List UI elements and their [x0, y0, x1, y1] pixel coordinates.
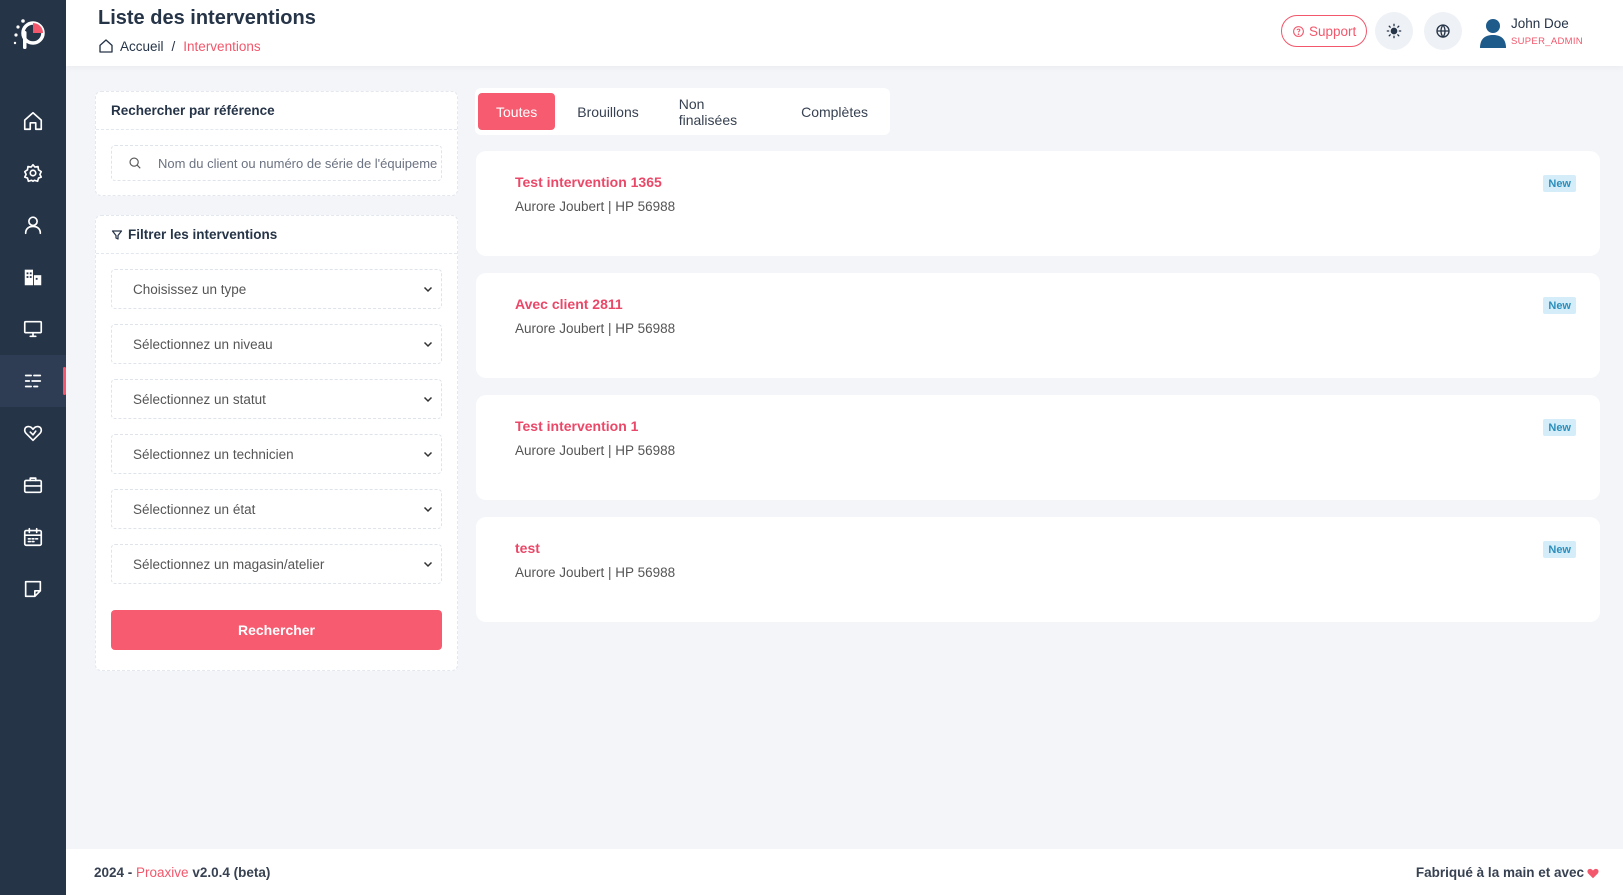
briefcase-icon — [23, 477, 43, 494]
filter-panel-title: Filtrer les interventions — [96, 216, 457, 254]
store-select-wrap: Sélectionnez un magasin/atelier — [96, 544, 459, 584]
sidebar-item-contracts[interactable] — [0, 407, 66, 459]
sidebar-item-home[interactable] — [0, 95, 66, 147]
intervention-subtitle: Aurore Joubert | HP 56988 — [515, 443, 676, 458]
level-select[interactable]: Sélectionnez un niveau — [111, 324, 442, 364]
sidebar-item-equipment[interactable] — [0, 303, 66, 355]
status-badge: New — [1543, 297, 1576, 314]
monitor-icon — [23, 320, 43, 338]
filter-icon — [111, 229, 123, 240]
tab-unfinished[interactable]: Non finalisées — [661, 93, 779, 130]
intervention-card[interactable]: Avec client 2811 Aurore Joubert | HP 569… — [476, 273, 1600, 378]
technician-select-wrap: Sélectionnez un technicien — [96, 434, 459, 474]
tab-drafts[interactable]: Brouillons — [559, 93, 656, 130]
status-badge: New — [1543, 419, 1576, 436]
buildings-icon — [24, 269, 42, 286]
footer-year: 2024 - — [94, 865, 137, 880]
heart-handshake-icon — [23, 425, 43, 442]
search-panel-title: Rechercher par référence — [96, 92, 457, 130]
intervention-card[interactable]: Test intervention 1365 Aurore Joubert | … — [476, 151, 1600, 256]
search-panel-title-text: Rechercher par référence — [111, 103, 275, 118]
note-icon — [24, 580, 42, 598]
type-select[interactable]: Choisissez un type — [111, 269, 442, 309]
status-badge: New — [1543, 541, 1576, 558]
support-button[interactable]: Support — [1281, 15, 1368, 47]
intervention-subtitle: Aurore Joubert | HP 56988 — [515, 321, 676, 336]
intervention-title[interactable]: test — [515, 540, 540, 556]
page-title: Liste des interventions — [98, 7, 316, 29]
filter-panel-title-text: Filtrer les interventions — [128, 227, 278, 242]
sidebar-item-notes[interactable] — [0, 563, 66, 615]
footer-brand-link[interactable]: Proaxive — [136, 865, 189, 880]
intervention-subtitle: Aurore Joubert | HP 56988 — [515, 565, 676, 580]
filter-panel: Filtrer les interventions Choisissez un … — [95, 215, 458, 671]
language-button[interactable] — [1424, 12, 1462, 50]
search-icon — [129, 157, 141, 169]
intervention-card[interactable]: Test intervention 1 Aurore Joubert | HP … — [476, 395, 1600, 500]
intervention-title[interactable]: Avec client 2811 — [515, 296, 623, 312]
tab-completed[interactable]: Complètes — [783, 93, 886, 130]
search-panel: Rechercher par référence — [95, 91, 458, 196]
intervention-tabs: Toutes Brouillons Non finalisées Complèt… — [475, 88, 890, 135]
sidebar-item-calendar[interactable] — [0, 511, 66, 563]
home-icon[interactable] — [98, 38, 114, 54]
sidebar-item-interventions[interactable] — [0, 355, 66, 407]
level-select-wrap: Sélectionnez un niveau — [96, 324, 459, 364]
help-circle-icon — [1293, 25, 1304, 37]
sidebar-item-settings[interactable] — [0, 147, 66, 199]
user-name[interactable]: John Doe — [1511, 16, 1569, 31]
sidebar — [0, 0, 66, 895]
tab-all[interactable]: Toutes — [478, 93, 556, 130]
footer-made-with-text: Fabriqué à la main et avec — [1415, 865, 1584, 880]
footer: 2024 - Proaxive v2.0.4 (beta) Fabriqué à… — [66, 849, 1623, 895]
home-icon — [23, 111, 43, 131]
technician-select[interactable]: Sélectionnez un technicien — [111, 434, 442, 474]
status-select[interactable]: Sélectionnez un statut — [111, 379, 442, 419]
intervention-card[interactable]: test Aurore Joubert | HP 56988 New — [476, 517, 1600, 622]
state-select-wrap: Sélectionnez un état — [96, 489, 459, 529]
store-select[interactable]: Sélectionnez un magasin/atelier — [111, 544, 442, 584]
globe-icon — [1436, 24, 1450, 39]
status-badge: New — [1543, 175, 1576, 192]
footer-version: v2.0.4 (beta) — [188, 865, 271, 880]
user-role: SUPER_ADMIN — [1511, 36, 1583, 47]
sidebar-item-companies[interactable] — [0, 251, 66, 303]
support-label: Support — [1309, 23, 1357, 39]
gear-icon — [23, 163, 43, 183]
calendar-icon — [23, 527, 43, 547]
app-logo[interactable] — [11, 13, 51, 53]
search-button[interactable]: Rechercher — [111, 610, 442, 650]
top-header: Liste des interventions Accueil / Interv… — [66, 0, 1623, 66]
intervention-title[interactable]: Test intervention 1 — [515, 418, 638, 434]
breadcrumb-home[interactable]: Accueil — [120, 39, 164, 54]
breadcrumb-current: Interventions — [183, 38, 261, 54]
footer-copyright: 2024 - Proaxive v2.0.4 (beta) — [94, 865, 270, 880]
sun-icon — [1386, 23, 1402, 39]
breadcrumb: Accueil / Interventions — [98, 38, 261, 54]
theme-toggle-button[interactable] — [1375, 12, 1413, 50]
search-box[interactable] — [111, 145, 442, 181]
footer-made-with: Fabriqué à la main et avec — [1416, 865, 1600, 880]
list-icon — [24, 374, 42, 388]
intervention-title[interactable]: Test intervention 1365 — [515, 174, 662, 190]
search-input[interactable] — [158, 155, 438, 171]
state-select[interactable]: Sélectionnez un état — [111, 489, 442, 529]
avatar[interactable] — [1475, 14, 1511, 50]
type-select-wrap: Choisissez un type — [96, 269, 459, 309]
sidebar-item-users[interactable] — [0, 199, 66, 251]
sidebar-item-jobs[interactable] — [0, 459, 66, 511]
breadcrumb-separator: / — [171, 38, 176, 54]
user-icon — [24, 216, 42, 235]
heart-icon — [1587, 868, 1599, 878]
status-select-wrap: Sélectionnez un statut — [96, 379, 459, 419]
intervention-subtitle: Aurore Joubert | HP 56988 — [515, 199, 676, 214]
